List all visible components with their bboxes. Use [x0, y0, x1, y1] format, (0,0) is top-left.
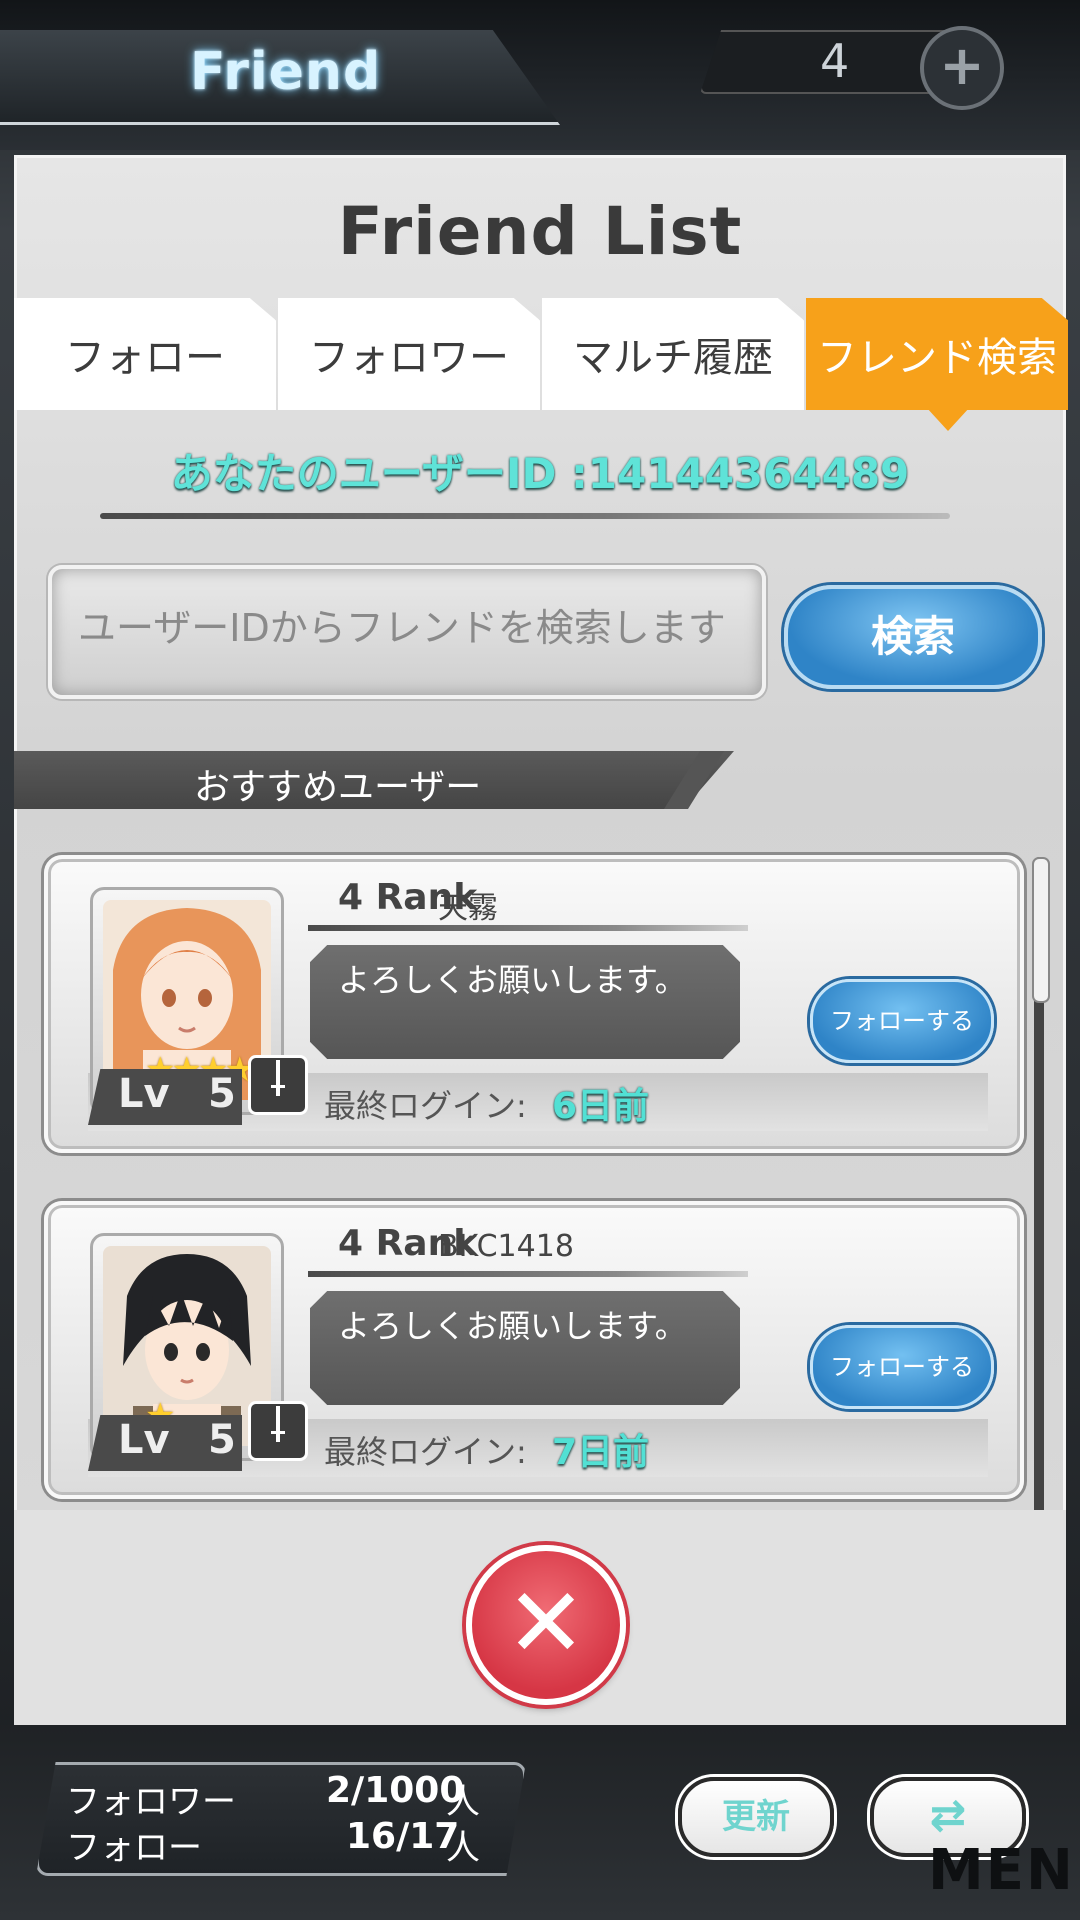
header-title: Friend	[190, 42, 382, 102]
user-id-text: あなたのユーザーID :14144364489	[170, 449, 910, 498]
tab-bar: フォロー フォロワー マルチ履歴 フレンド検索	[14, 298, 1068, 410]
list-item: ★★★★ Lv 5 4 Rank 天霧 よろしくお願いします。 フォローする 最…	[44, 855, 1024, 1153]
scrollbar-thumb[interactable]	[1032, 857, 1050, 1003]
tab-friend-search[interactable]: フレンド検索	[806, 298, 1068, 410]
header-counter: 4	[820, 34, 850, 88]
user-message: よろしくお願いします。	[338, 961, 687, 999]
follower-count: 2/1000	[326, 1770, 465, 1811]
user-name: 天霧	[438, 891, 498, 926]
active-tab-pointer	[926, 407, 970, 431]
user-name: BKC1418	[438, 1229, 574, 1264]
list-item: ★ Lv 5 4 Rank BKC1418 よろしくお願いします。 フォローする…	[44, 1201, 1024, 1499]
level-label: Lv	[118, 1417, 170, 1463]
friend-list-modal: Friend List フォロー フォロワー マルチ履歴 フレンド検索 あなたの…	[14, 155, 1068, 1725]
level-label: Lv	[118, 1071, 170, 1117]
sword-icon	[248, 1401, 308, 1461]
follow-unit: 人	[446, 1828, 480, 1868]
search-button[interactable]: 検索	[784, 585, 1042, 689]
last-login-value: 6日前	[552, 1086, 650, 1127]
plus-icon[interactable]: +	[920, 26, 1004, 110]
last-login-label: 最終ログイン:	[324, 1087, 527, 1125]
level-value: 5	[208, 1071, 236, 1117]
name-underline	[308, 1271, 748, 1277]
name-underline	[308, 925, 748, 931]
modal-title: Friend List	[337, 193, 743, 270]
follow-count: 16/17	[346, 1816, 460, 1857]
section-label: おすすめユーザー	[194, 767, 482, 808]
sword-icon	[248, 1055, 308, 1115]
tab-follow[interactable]: フォロー	[14, 298, 276, 410]
divider	[100, 513, 950, 519]
close-icon[interactable]: ✕	[466, 1545, 626, 1705]
search-input[interactable]: ユーザーIDからフレンドを検索します	[78, 595, 738, 661]
tab-multi-history[interactable]: マルチ履歴	[542, 298, 804, 410]
user-message: よろしくお願いします。	[338, 1307, 687, 1345]
tab-follower[interactable]: フォロワー	[278, 298, 540, 410]
follow-label: フォロー	[66, 1828, 202, 1868]
last-login-label: 最終ログイン:	[324, 1433, 527, 1471]
follower-label: フォロワー	[66, 1782, 236, 1822]
menu-label[interactable]: MENU	[928, 1838, 1080, 1903]
follow-button[interactable]: フォローする	[810, 1325, 994, 1409]
level-value: 5	[208, 1417, 236, 1463]
last-login-value: 7日前	[552, 1432, 650, 1473]
refresh-button[interactable]: 更新	[678, 1777, 834, 1857]
follow-button[interactable]: フォローする	[810, 979, 994, 1063]
